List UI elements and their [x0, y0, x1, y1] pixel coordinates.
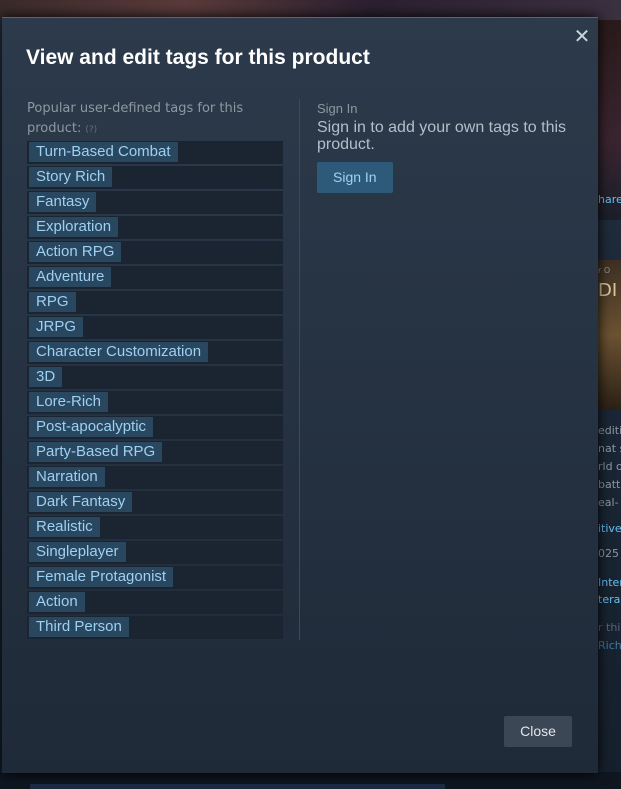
tag-row: Female Protagonist [27, 566, 283, 589]
background-desc-line: batt [598, 478, 621, 491]
tag-link[interactable]: Adventure [29, 267, 112, 287]
tag-link[interactable]: Action RPG [29, 242, 122, 262]
background-desc-line: nat s [598, 442, 621, 455]
help-icon[interactable]: (?) [85, 125, 97, 135]
background-dev-link[interactable]: Inter [598, 576, 621, 589]
tag-link[interactable]: Female Protagonist [29, 567, 174, 587]
background-desc-line: editi [598, 424, 621, 437]
background-date: 025 [598, 547, 619, 560]
close-icon[interactable]: ✕ [570, 24, 594, 48]
background-footer-bar [30, 784, 445, 789]
background-desc-line: eal- [598, 496, 619, 509]
background-art-text: r O [598, 266, 611, 275]
tag-link[interactable]: Third Person [29, 617, 129, 637]
tag-link[interactable]: Singleplayer [29, 542, 126, 562]
background-review-link[interactable]: itive [598, 522, 621, 535]
background-art-title: DI [598, 280, 618, 301]
tag-row: Party-Based RPG [27, 441, 283, 464]
tag-row: Action [27, 591, 283, 614]
tag-row: Exploration [27, 216, 283, 239]
tag-row: Third Person [27, 616, 283, 639]
sign-in-button[interactable]: Sign In [317, 162, 393, 193]
tag-row: 3D [27, 366, 283, 389]
tag-link[interactable]: Realistic [29, 517, 100, 537]
tag-row: Narration [27, 466, 283, 489]
tag-row: JRPG [27, 316, 283, 339]
modal-title: View and edit tags for this product [26, 46, 370, 69]
sign-in-text: Sign in to add your own tags to this pro… [317, 119, 567, 153]
tag-link[interactable]: Fantasy [29, 192, 97, 212]
tag-row: Post-apocalyptic [27, 416, 283, 439]
tag-link[interactable]: 3D [29, 367, 63, 387]
popular-tags-heading-text: Popular user-defined tags for this produ… [27, 101, 244, 136]
tags-modal: ✕ View and edit tags for this product Po… [2, 17, 598, 773]
sign-in-heading: Sign In [317, 101, 358, 116]
sign-in-section: Sign In Sign in to add your own tags to … [317, 101, 577, 193]
tag-row: Character Customization [27, 341, 283, 364]
tag-row: Singleplayer [27, 541, 283, 564]
tag-link[interactable]: Lore-Rich [29, 392, 109, 412]
tag-link[interactable]: Exploration [29, 217, 119, 237]
tag-row: Adventure [27, 266, 283, 289]
tag-row: Lore-Rich [27, 391, 283, 414]
tag-link[interactable]: Party-Based RPG [29, 442, 163, 462]
background-pub-link[interactable]: tera [598, 593, 620, 606]
background-tag-link[interactable]: Rich [598, 639, 621, 652]
column-divider [299, 99, 300, 640]
close-button[interactable]: Close [504, 716, 572, 747]
tag-link[interactable]: RPG [29, 292, 76, 312]
popular-tags-section: Popular user-defined tags for this produ… [27, 99, 285, 641]
tag-link[interactable]: Action [29, 592, 85, 612]
tag-row: Fantasy [27, 191, 283, 214]
tag-link[interactable]: Story Rich [29, 167, 113, 187]
tag-link[interactable]: Narration [29, 467, 105, 487]
tag-link[interactable]: Turn-Based Combat [29, 142, 178, 162]
tag-row: Realistic [27, 516, 283, 539]
tag-list: Turn-Based Combat Story Rich Fantasy Explor… [27, 141, 285, 639]
background-tags-label: r thi [598, 621, 621, 634]
tag-row: Story Rich [27, 166, 283, 189]
tag-link[interactable]: Character Customization [29, 342, 209, 362]
tag-link[interactable]: JRPG [29, 317, 84, 337]
background-art-top [598, 20, 621, 220]
tag-link[interactable]: Dark Fantasy [29, 492, 133, 512]
tag-link[interactable]: Post-apocalyptic [29, 417, 154, 437]
tag-row: Dark Fantasy [27, 491, 283, 514]
background-desc-line: rld o [598, 460, 621, 473]
tag-row: RPG [27, 291, 283, 314]
popular-tags-heading: Popular user-defined tags for this produ… [27, 99, 285, 140]
background-share-link[interactable]: hare [598, 193, 621, 206]
tag-row: Turn-Based Combat [27, 141, 283, 164]
tag-row: Action RPG [27, 241, 283, 264]
